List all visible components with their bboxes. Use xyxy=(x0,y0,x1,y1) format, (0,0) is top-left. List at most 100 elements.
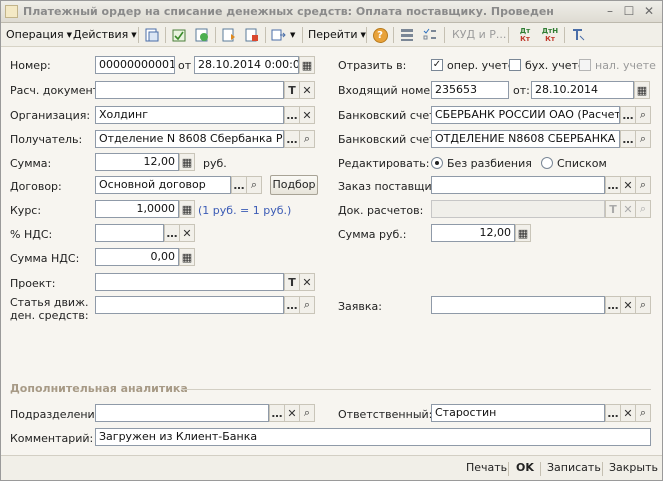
input-on-basis-icon[interactable] xyxy=(270,26,288,44)
structure-icon[interactable] xyxy=(243,26,261,44)
select-dots-icon[interactable]: … xyxy=(164,224,180,242)
ok-button[interactable]: OK xyxy=(516,461,534,474)
calendar-icon[interactable]: ▦ xyxy=(299,56,315,74)
clear-icon[interactable]: ✕ xyxy=(299,273,315,291)
department-field[interactable] xyxy=(95,404,269,422)
select-dots-icon[interactable]: … xyxy=(284,106,300,124)
edit-list-radio[interactable] xyxy=(541,157,553,169)
calculator-icon[interactable]: ▦ xyxy=(179,248,195,266)
list-view-icon[interactable] xyxy=(398,26,416,44)
clear-icon[interactable]: ✕ xyxy=(179,224,195,242)
select-dots-icon[interactable]: … xyxy=(620,130,636,148)
search-icon[interactable]: ⌕ xyxy=(635,200,651,218)
settlement-doc-field[interactable] xyxy=(431,200,605,218)
select-dots-icon[interactable]: … xyxy=(231,176,247,194)
rate-field[interactable]: 1,0000 xyxy=(95,200,179,218)
vat-sum-field[interactable]: 0,00 xyxy=(95,248,179,266)
search-icon[interactable]: ⌕ xyxy=(299,296,315,314)
buh-accounting-label: бух. учете xyxy=(525,59,585,72)
date-field[interactable]: 28.10.2014 0:00:00 xyxy=(194,56,299,74)
text-edit-icon[interactable]: T xyxy=(284,81,300,99)
copy-document-icon[interactable] xyxy=(143,26,161,44)
clear-icon[interactable]: ✕ xyxy=(620,404,636,422)
vat-sum-label: Сумма НДС: xyxy=(10,252,80,265)
save-button[interactable]: Записать xyxy=(547,461,601,474)
search-icon[interactable]: ⌕ xyxy=(635,106,651,124)
operation-menu[interactable]: Операция ▼ xyxy=(6,26,72,44)
close-button[interactable]: Закрыть xyxy=(609,461,658,474)
clear-icon[interactable]: ✕ xyxy=(284,404,300,422)
select-dots-icon[interactable]: … xyxy=(284,130,300,148)
contract-label: Договор: xyxy=(10,180,62,193)
close-window-button[interactable]: ✕ xyxy=(641,4,657,19)
cashflow-field[interactable] xyxy=(95,296,284,314)
text-edit-icon[interactable]: T xyxy=(605,200,621,218)
calculator-icon[interactable]: ▦ xyxy=(179,153,195,171)
actions-menu[interactable]: Действия ▼ xyxy=(73,26,137,44)
buh-accounting-checkbox[interactable] xyxy=(509,59,521,71)
select-dots-icon[interactable]: … xyxy=(605,404,621,422)
number-field[interactable]: 00000000001 xyxy=(95,56,175,74)
calc-doc-field[interactable] xyxy=(95,81,284,99)
comment-field[interactable]: Загружен из Клиент-Банка xyxy=(95,428,651,446)
kud-button[interactable]: КУД и Р... xyxy=(452,26,506,44)
organization-field[interactable]: Холдинг xyxy=(95,106,284,124)
clear-icon[interactable]: ✕ xyxy=(620,296,636,314)
tax-accounting-checkbox[interactable] xyxy=(579,59,591,71)
incoming-date-field[interactable]: 28.10.2014 xyxy=(531,81,634,99)
responsible-field[interactable]: Старостин xyxy=(431,404,605,422)
post-document-icon[interactable] xyxy=(170,26,188,44)
clear-icon[interactable]: ✕ xyxy=(620,176,636,194)
operation-menu-label: Операция xyxy=(6,28,64,41)
incoming-number-field[interactable]: 235653 xyxy=(431,81,509,99)
clear-icon[interactable]: ✕ xyxy=(299,106,315,124)
search-icon[interactable]: ⌕ xyxy=(635,404,651,422)
edit-list-label: Списком xyxy=(557,157,607,170)
calculator-icon[interactable]: ▦ xyxy=(179,200,195,218)
minimize-button[interactable]: – xyxy=(602,4,618,19)
refresh-document-icon[interactable] xyxy=(193,26,211,44)
dt-kt-icon[interactable]: Дт Кт xyxy=(514,26,536,44)
bank-account-field[interactable]: СБЕРБАНК РОССИИ ОАО (Расчетный) xyxy=(431,106,620,124)
select-contract-button[interactable]: Подбор xyxy=(270,175,318,195)
toolbar-separator xyxy=(215,27,216,43)
search-icon[interactable]: ⌕ xyxy=(299,404,315,422)
calendar-icon[interactable]: ▦ xyxy=(634,81,650,99)
vat-percent-field[interactable] xyxy=(95,224,164,242)
supplier-order-field[interactable] xyxy=(431,176,605,194)
sum-rub-field[interactable]: 12,00 xyxy=(431,224,515,242)
select-dots-icon[interactable]: … xyxy=(269,404,285,422)
toolbar-separator xyxy=(393,27,394,43)
checklist-icon[interactable] xyxy=(421,26,439,44)
project-field[interactable] xyxy=(95,273,284,291)
dt-kt-nal-icon[interactable]: ДтН Кт xyxy=(539,26,561,44)
search-icon[interactable]: ⌕ xyxy=(635,176,651,194)
movements-icon[interactable] xyxy=(220,26,238,44)
print-button[interactable]: Печать xyxy=(466,461,507,474)
select-dots-icon[interactable]: … xyxy=(605,176,621,194)
search-icon[interactable]: ⌕ xyxy=(635,130,651,148)
help-icon[interactable]: ? xyxy=(371,26,389,44)
clear-icon[interactable]: ✕ xyxy=(299,81,315,99)
text-format-icon[interactable] xyxy=(569,26,587,44)
goto-menu[interactable]: Перейти ▼ xyxy=(308,26,366,44)
sum-field[interactable]: 12,00 xyxy=(95,153,179,171)
request-field[interactable] xyxy=(431,296,605,314)
clear-icon[interactable]: ✕ xyxy=(620,200,636,218)
select-dots-icon[interactable]: … xyxy=(284,296,300,314)
search-icon[interactable]: ⌕ xyxy=(299,130,315,148)
search-icon[interactable]: ⌕ xyxy=(635,296,651,314)
calculator-icon[interactable]: ▦ xyxy=(515,224,531,242)
select-dots-icon[interactable]: … xyxy=(620,106,636,124)
select-dots-icon[interactable]: … xyxy=(605,296,621,314)
text-edit-icon[interactable]: T xyxy=(284,273,300,291)
input-on-basis-caret[interactable]: ▼ xyxy=(290,26,295,44)
search-icon[interactable]: ⌕ xyxy=(246,176,262,194)
maximize-button[interactable]: ☐ xyxy=(621,4,637,19)
from-label: от xyxy=(178,59,192,72)
oper-accounting-checkbox[interactable]: ✓ xyxy=(431,59,443,71)
recipient-field[interactable]: Отделение N 8608 Сбербанка России xyxy=(95,130,284,148)
edit-no-split-radio[interactable] xyxy=(431,157,443,169)
contract-field[interactable]: Основной договор xyxy=(95,176,231,194)
bank-account2-field[interactable]: ОТДЕЛЕНИЕ N8608 СБЕРБАНКА Р xyxy=(431,130,620,148)
